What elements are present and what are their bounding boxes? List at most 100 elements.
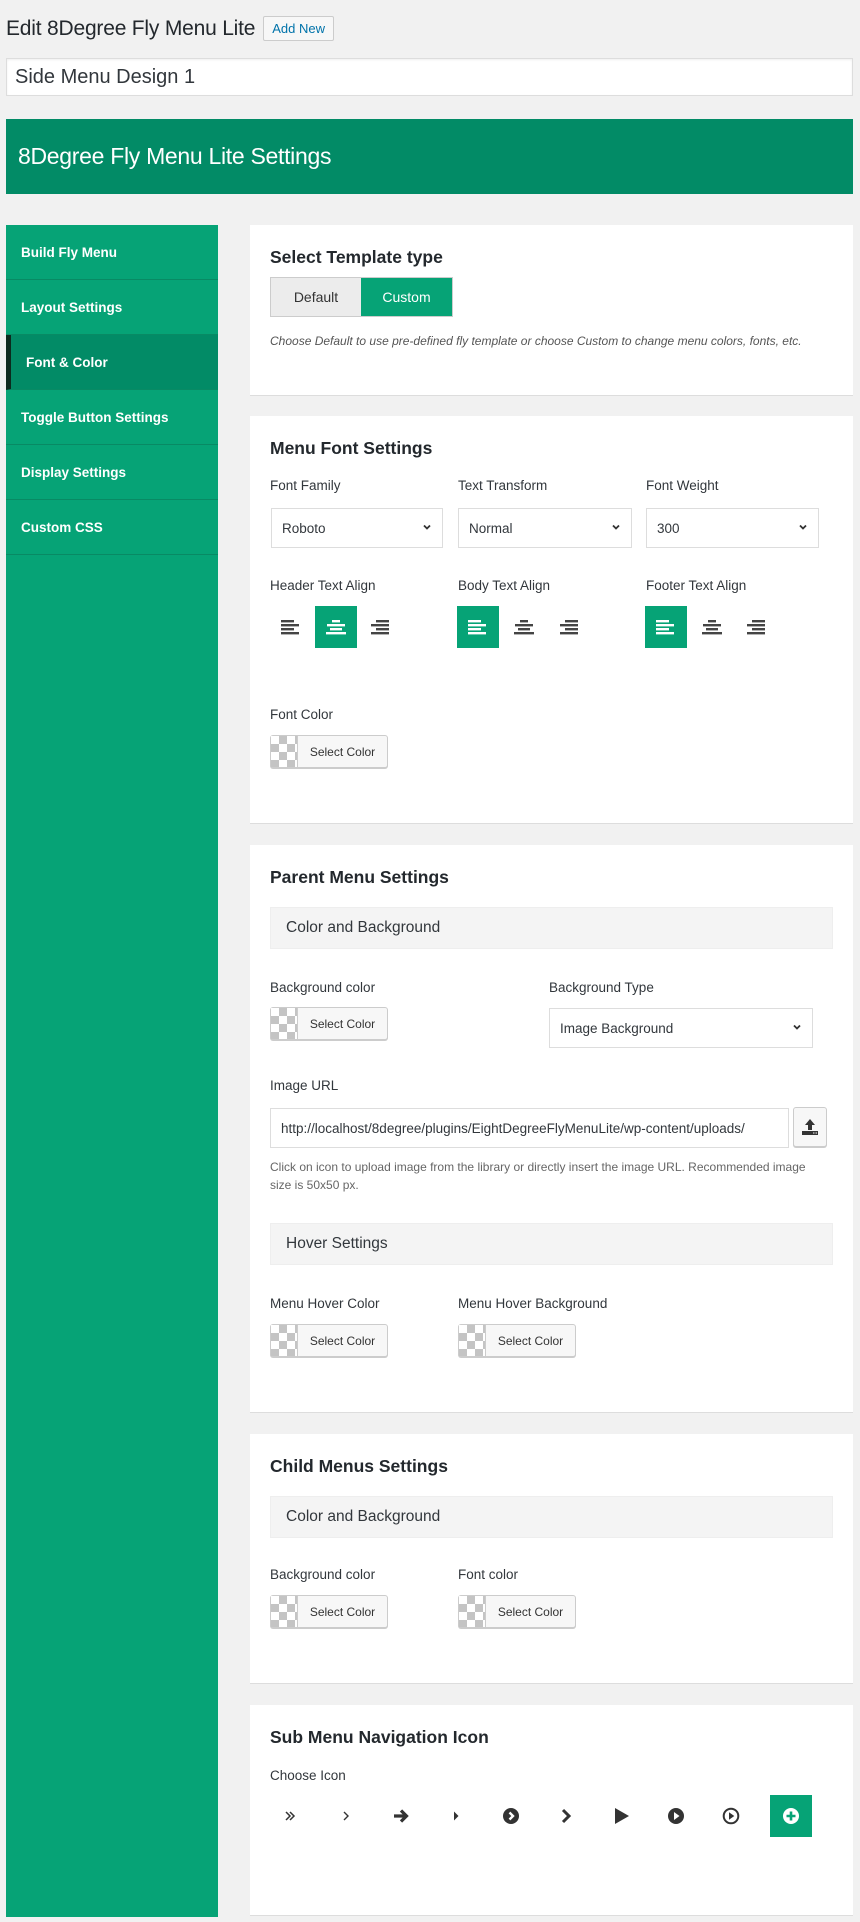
select-color-label: Select Color [309,1333,376,1348]
image-url-label: Image URL [270,1078,339,1093]
align-left-icon [281,620,299,635]
select-color-label: Select Color [309,1604,376,1619]
header-align-right-button[interactable] [360,606,402,648]
add-new-button[interactable]: Add New [263,16,335,41]
select-color-label: Select Color [309,1016,376,1031]
text-transform-select[interactable]: Normal [458,508,632,548]
menu-hover-background-label: Menu Hover Background [458,1296,608,1311]
sidebar-item-font-color[interactable]: Font & Color [6,335,218,390]
arrow-right-icon [394,1809,409,1823]
child-background-color-label: Background color [270,1567,376,1582]
sub-menu-nav-icon-panel: Sub Menu Navigation Icon Choose Icon [250,1705,853,1916]
page-header: Edit 8Degree Fly Menu Lite Add New [6,16,335,41]
menu-font-settings-title: Menu Font Settings [270,438,433,458]
choose-icon-label: Choose Icon [270,1768,346,1783]
font-color-picker-button[interactable]: Select Color [270,735,388,768]
sidebar-item-toggle-button-settings[interactable]: Toggle Button Settings [6,390,218,445]
image-url-input[interactable] [270,1108,789,1148]
post-title-input[interactable] [6,58,853,96]
plus-circle-icon [783,1808,799,1824]
template-type-title: Select Template type [270,247,443,267]
icon-option-play-circle-outline[interactable] [710,1795,752,1837]
font-family-select[interactable]: Roboto [271,508,443,548]
icon-option-angle-right[interactable] [325,1795,367,1837]
sub-menu-nav-icon-title: Sub Menu Navigation Icon [270,1727,489,1747]
font-color-label: Font Color [270,707,334,722]
upload-icon [802,1119,818,1135]
font-weight-select[interactable]: 300 [646,508,819,548]
font-weight-label: Font Weight [646,478,719,493]
menu-hover-color-picker-button[interactable]: Select Color [270,1324,388,1357]
menu-font-settings-panel: Menu Font Settings Font Family Roboto Te… [250,416,853,824]
icon-option-play[interactable] [600,1795,642,1837]
settings-banner: 8Degree Fly Menu Lite Settings [6,119,853,194]
body-text-align-label: Body Text Align [458,578,551,593]
menu-hover-color-label: Menu Hover Color [270,1296,380,1311]
background-color-picker-button[interactable]: Select Color [270,1007,388,1040]
settings-sidebar: Build Fly Menu Layout Settings Font & Co… [6,225,218,1917]
select-color-label: Select Color [309,744,376,759]
child-background-color-picker-button[interactable]: Select Color [270,1595,388,1628]
font-weight-value: 300 [657,520,680,536]
play-circle-icon [668,1808,684,1824]
body-align-right-button[interactable] [549,606,591,648]
parent-menu-settings-title: Parent Menu Settings [270,867,449,887]
menu-hover-background-picker-button[interactable]: Select Color [458,1324,576,1357]
template-custom-button[interactable]: Custom [361,278,452,316]
select-color-label: Select Color [497,1333,564,1348]
chevron-down-icon [799,524,807,530]
header-text-align-label: Header Text Align [270,578,376,593]
background-type-label: Background Type [549,980,654,995]
sidebar-item-display-settings[interactable]: Display Settings [6,445,218,500]
caret-right-icon [454,1811,459,1821]
icon-option-play-circle[interactable] [655,1795,697,1837]
chevron-down-icon [423,524,431,530]
color-swatch [459,1325,486,1356]
icon-option-plus-circle[interactable] [770,1795,812,1837]
icon-option-caret-right[interactable] [435,1795,477,1837]
page-title: Edit 8Degree Fly Menu Lite [6,16,256,40]
align-left-icon [656,620,674,635]
icon-option-chevron-right[interactable] [545,1795,587,1837]
header-align-center-button[interactable] [315,606,357,648]
header-align-left-button[interactable] [270,606,312,648]
angle-right-icon [343,1811,349,1821]
body-align-left-button[interactable] [457,606,499,648]
chevron-right-icon [561,1808,572,1824]
sidebar-item-build-fly-menu[interactable]: Build Fly Menu [6,225,218,280]
text-transform-value: Normal [469,520,513,536]
align-center-icon [326,620,346,635]
align-left-icon [468,620,486,635]
upload-image-button[interactable] [793,1107,827,1147]
footer-align-right-button[interactable] [736,606,778,648]
chevron-down-icon [793,1024,801,1030]
align-center-icon [514,620,534,635]
sidebar-item-custom-css[interactable]: Custom CSS [6,500,218,555]
align-right-icon [371,620,389,635]
template-type-toggle: Default Custom [270,277,453,317]
template-default-button[interactable]: Default [271,278,361,316]
font-family-label: Font Family [270,478,341,493]
image-url-help: Click on icon to upload image from the l… [270,1160,806,1192]
align-center-icon [702,620,722,635]
child-menus-settings-title: Child Menus Settings [270,1456,448,1476]
color-swatch [271,736,298,767]
play-icon [615,1808,629,1824]
footer-align-left-button[interactable] [645,606,687,648]
sidebar-item-layout-settings[interactable]: Layout Settings [6,280,218,335]
parent-menu-settings-panel: Parent Menu Settings Color and Backgroun… [250,845,853,1413]
background-type-select[interactable]: Image Background [549,1008,813,1048]
icon-option-double-angle-right[interactable] [270,1795,312,1837]
font-family-value: Roboto [282,520,326,536]
double-angle-right-icon [285,1811,296,1821]
icon-option-chevron-circle-right[interactable] [490,1795,532,1837]
footer-align-center-button[interactable] [691,606,733,648]
child-font-color-picker-button[interactable]: Select Color [458,1595,576,1628]
icon-option-arrow-right[interactable] [380,1795,422,1837]
template-type-panel: Select Template type Default Custom Choo… [250,225,853,396]
color-swatch [271,1596,298,1627]
background-color-label: Background color [270,980,376,995]
body-align-center-button[interactable] [503,606,545,648]
background-type-value: Image Background [560,1020,674,1036]
color-swatch [459,1596,486,1627]
